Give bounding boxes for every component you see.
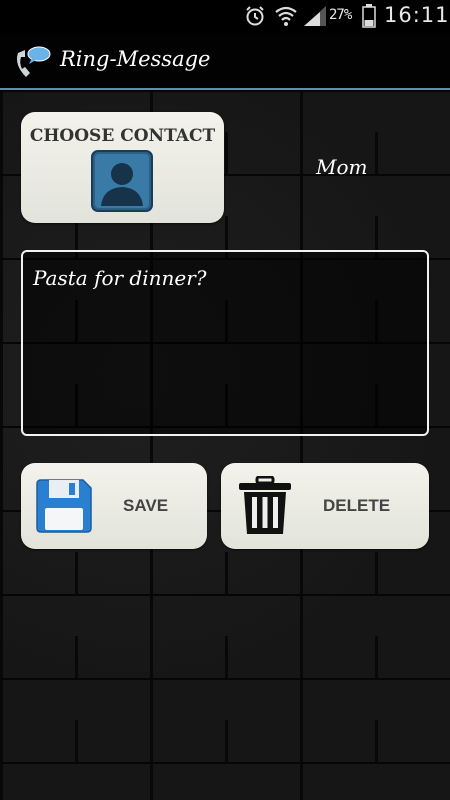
save-label: SAVE	[123, 496, 169, 515]
status-bar: 27% 16:11	[0, 0, 450, 33]
phone-message-icon	[17, 46, 51, 77]
battery-percent: 27%	[329, 7, 352, 23]
selected-contact-name: Mom	[316, 155, 368, 179]
alarm-icon	[246, 6, 264, 26]
clock: 16:11	[384, 3, 450, 27]
wifi-icon	[275, 6, 297, 26]
contact-person-icon	[91, 150, 153, 212]
title-bar: Ring-Message	[0, 33, 450, 90]
message-text: Pasta for dinner?	[33, 266, 207, 290]
choose-contact-label: CHOOSE CONTACT	[29, 126, 216, 146]
floppy-disk-icon	[36, 479, 92, 533]
delete-label: DELETE	[323, 496, 391, 515]
signal-icon	[304, 6, 326, 26]
trash-icon	[239, 476, 291, 534]
message-input[interactable]: Pasta for dinner?	[21, 250, 429, 436]
choose-contact-button[interactable]: CHOOSE CONTACT	[21, 112, 224, 223]
save-button[interactable]: SAVE	[21, 463, 207, 549]
battery-icon	[362, 4, 376, 28]
delete-button[interactable]: DELETE	[221, 463, 429, 549]
app-title: Ring-Message	[60, 47, 211, 71]
